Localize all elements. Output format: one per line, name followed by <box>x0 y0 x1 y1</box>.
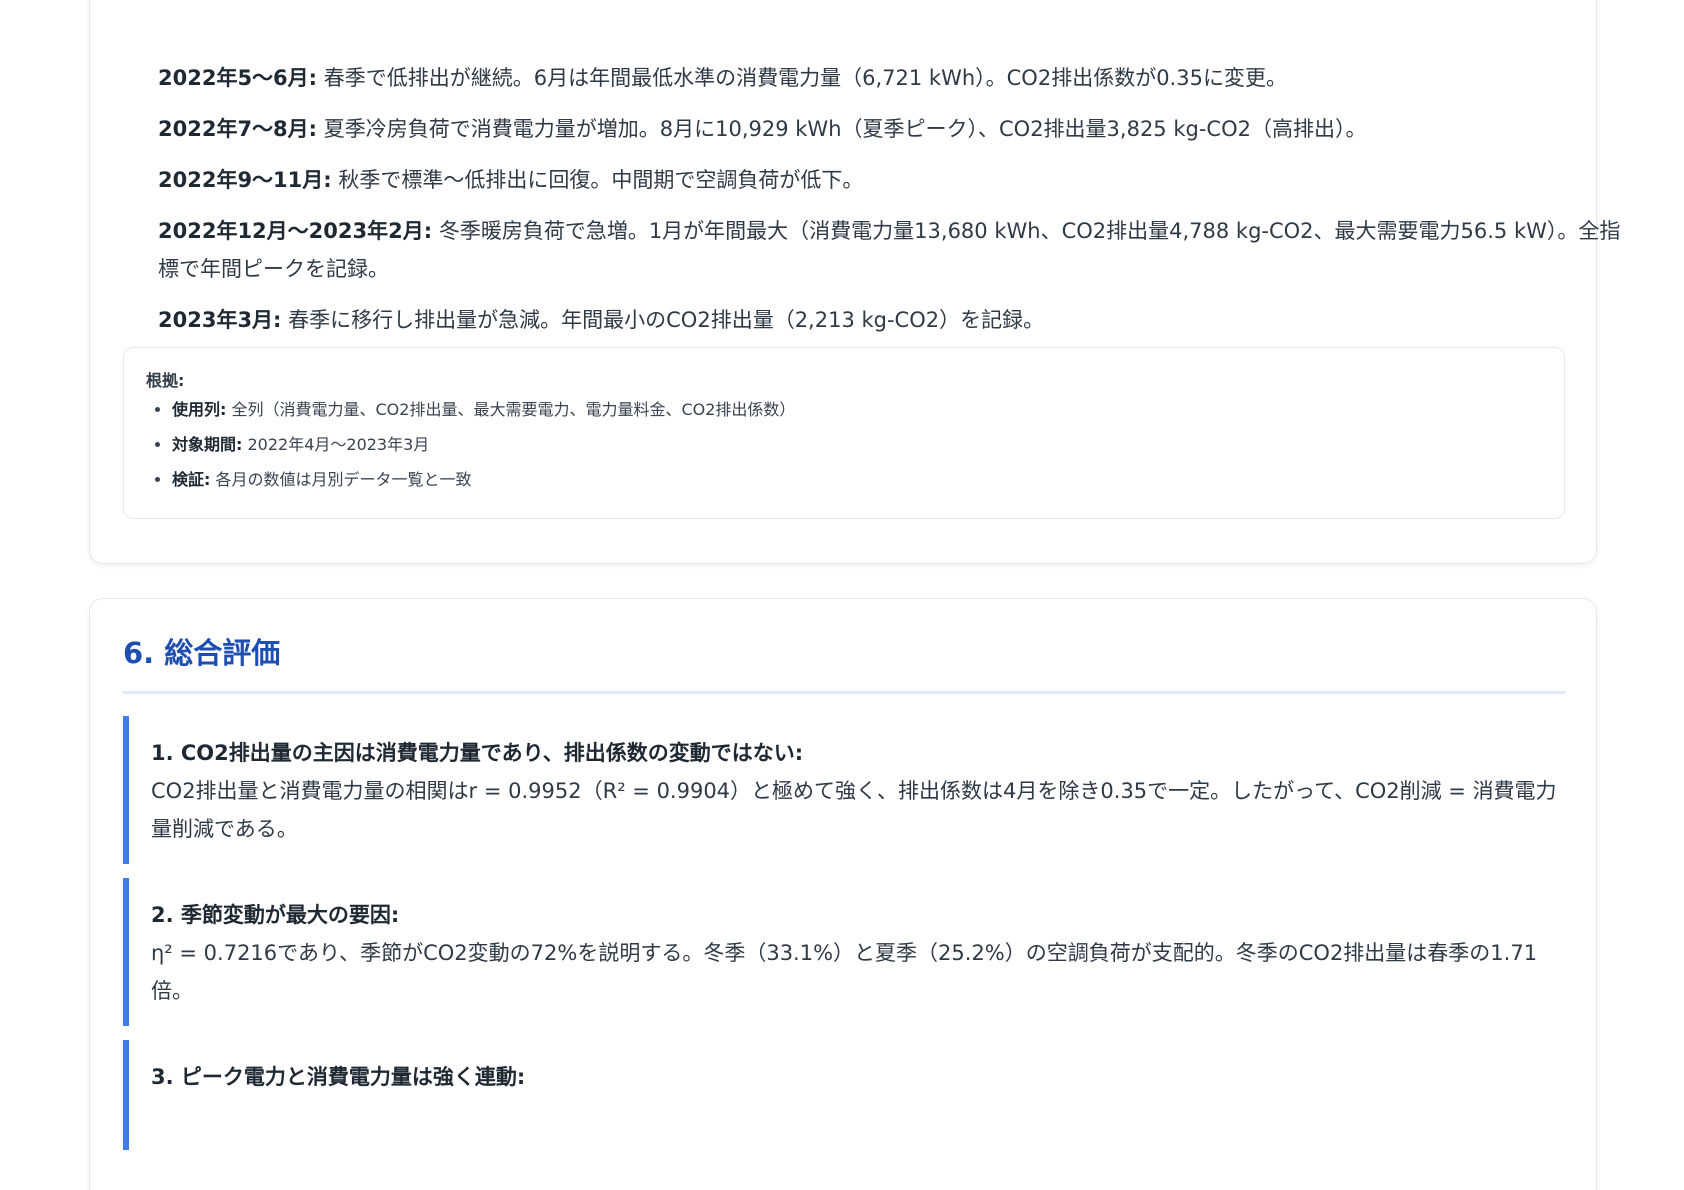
timeline-entry: 2022年9〜11月: 秋季で標準〜低排出に回復。中間期で空調負荷が低下。 <box>158 161 1628 199</box>
finding-item: 3. ピーク電力と消費電力量は強く連動: <box>123 1040 1565 1150</box>
timeline-entry: 2023年3月: 春季に移行し排出量が急減。年間最小のCO2排出量（2,213 … <box>158 301 1628 339</box>
timeline-entry: 2022年5〜6月: 春季で低排出が継続。6月は年間最低水準の消費電力量（6,7… <box>158 59 1628 97</box>
timeline-entry: 2022年7〜8月: 夏季冷房負荷で消費電力量が増加。8月に10,929 kWh… <box>158 110 1628 148</box>
finding-item: 2. 季節変動が最大の要因: η² = 0.7216であり、季節がCO2変動の7… <box>123 878 1565 1026</box>
finding-item: 1. CO2排出量の主因は消費電力量であり、排出係数の変動ではない: CO2排出… <box>123 716 1565 864</box>
basis-box: 根拠: 使用列: 全列（消費電力量、CO2排出量、最大需要電力、電力量料金、CO… <box>123 347 1565 519</box>
basis-item-text: 全列（消費電力量、CO2排出量、最大需要電力、電力量料金、CO2排出係数） <box>226 400 796 419</box>
finding-heading: 3. ピーク電力と消費電力量は強く連動: <box>151 1065 526 1089</box>
overall-evaluation-card: 6. 総合評価 1. CO2排出量の主因は消費電力量であり、排出係数の変動ではな… <box>89 598 1597 1190</box>
basis-item-label: 検証: <box>172 470 211 489</box>
basis-item-text: 各月の数値は月別データ一覧と一致 <box>210 470 472 489</box>
finding-body: η² = 0.7216であり、季節がCO2変動の72%を説明する。冬季（33.1… <box>151 941 1538 1003</box>
section-title: 6. 総合評価 <box>123 636 281 670</box>
timeline-period: 2022年5〜6月: <box>158 66 318 90</box>
basis-item-label: 使用列: <box>172 400 227 419</box>
timeline-text: 春季に移行し排出量が急減。年間最小のCO2排出量（2,213 kg-CO2）を記… <box>281 308 1045 332</box>
finding-body: CO2排出量と消費電力量の相関はr = 0.9952（R² = 0.9904）と… <box>151 779 1557 841</box>
monthly-timeline: 2022年5〜6月: 春季で低排出が継続。6月は年間最低水準の消費電力量（6,7… <box>158 59 1628 339</box>
timeline-entry: 2022年12月〜2023年2月: 冬季暖房負荷で急増。1月が年間最大（消費電力… <box>158 212 1628 288</box>
timeline-text: 夏季冷房負荷で消費電力量が増加。8月に10,929 kWh（夏季ピーク）、CO2… <box>317 117 1367 141</box>
basis-item: 使用列: 全列（消費電力量、CO2排出量、最大需要電力、電力量料金、CO2排出係… <box>172 398 1542 422</box>
timeline-text: 秋季で標準〜低排出に回復。中間期で空調負荷が低下。 <box>331 168 864 192</box>
basis-item: 対象期間: 2022年4月〜2023年3月 <box>172 433 1542 457</box>
basis-item-label: 対象期間: <box>172 435 243 454</box>
report-page: 2022年5〜6月: 春季で低排出が継続。6月は年間最低水準の消費電力量（6,7… <box>0 0 1684 1190</box>
monthly-trend-card: 2022年5〜6月: 春季で低排出が継続。6月は年間最低水準の消費電力量（6,7… <box>89 0 1620 564</box>
section-divider <box>123 691 1565 694</box>
timeline-period: 2022年7〜8月: <box>158 117 318 141</box>
basis-title: 根拠: <box>146 371 185 390</box>
timeline-period: 2023年3月: <box>158 308 282 332</box>
basis-item-text: 2022年4月〜2023年3月 <box>242 435 430 454</box>
finding-heading: 1. CO2排出量の主因は消費電力量であり、排出係数の変動ではない: <box>151 741 804 765</box>
basis-list: 使用列: 全列（消費電力量、CO2排出量、最大需要電力、電力量料金、CO2排出係… <box>146 398 1542 492</box>
timeline-period: 2022年9〜11月: <box>158 168 332 192</box>
finding-heading: 2. 季節変動が最大の要因: <box>151 903 400 927</box>
basis-item: 検証: 各月の数値は月別データ一覧と一致 <box>172 468 1542 492</box>
timeline-period: 2022年12月〜2023年2月: <box>158 219 433 243</box>
timeline-text: 春季で低排出が継続。6月は年間最低水準の消費電力量（6,721 kWh）。CO2… <box>317 66 1287 90</box>
